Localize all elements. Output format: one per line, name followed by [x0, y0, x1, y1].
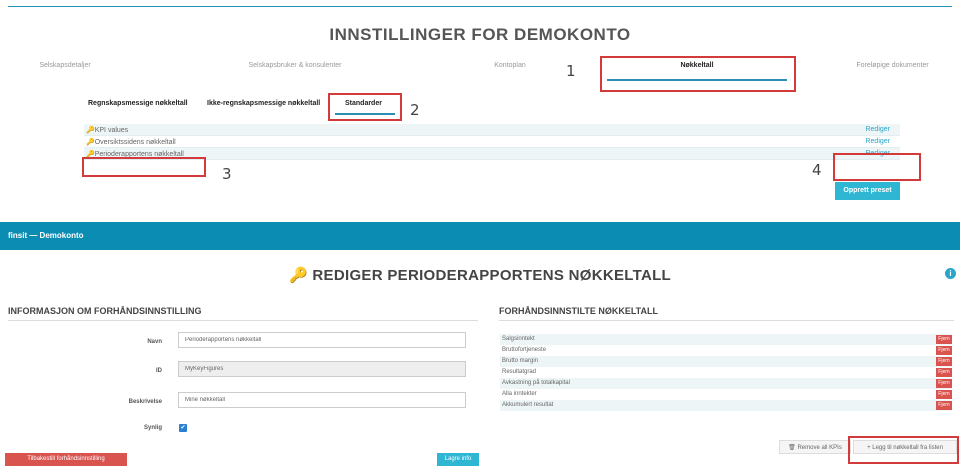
list-item: Avkastning på totalkapital Fjern: [500, 378, 952, 389]
preset-list: 🔑KPI values Rediger 🔑Oversiktssidens nøk…: [84, 124, 900, 160]
preset-name: 🔑KPI values: [86, 127, 129, 134]
key-icon: 🔑: [288, 267, 308, 284]
trash-icon: 🗑: [788, 445, 796, 451]
name-label: Navn: [147, 339, 162, 345]
preset-name: 🔑Oversiktssidens nøkkeltall: [86, 139, 176, 146]
remove-button[interactable]: Fjern: [936, 401, 952, 410]
annotation-box-1: [600, 56, 796, 92]
visible-label: Synlig: [143, 425, 162, 431]
settings-panel: INNSTILLINGER FOR DEMOKONTO Selskapsdeta…: [0, 0, 960, 215]
edit-link[interactable]: Rediger: [865, 138, 890, 145]
kpi-name: Alla inntekter: [502, 391, 537, 397]
kpi-name: Avkastning på totalkapital: [502, 380, 570, 386]
kpi-name: Salgsinntekt: [502, 336, 535, 342]
callout-2: 2: [410, 101, 420, 119]
preset-row: 🔑Oversiktssidens nøkkeltall Rediger: [84, 136, 900, 148]
preset-row: 🔑KPI values Rediger: [84, 124, 900, 136]
remove-button[interactable]: Fjern: [936, 346, 952, 355]
kpi-name: Brutto margin: [502, 358, 539, 364]
section-divider: [499, 320, 954, 321]
description-label: Beskrivelse: [128, 399, 162, 405]
list-item: Akkumulert resultat Fjern: [500, 400, 952, 411]
app-header: finsit — Demokonto: [0, 222, 960, 250]
kpi-name: Resultatgrad: [502, 369, 537, 375]
kpi-list: Salgsinntekt Fjern Bruttofortjeneste Fjern…: [500, 334, 952, 411]
subtab-ikke-regnskapsmessige[interactable]: Ikke-regnskapsmessige nøkkeltall: [207, 100, 320, 107]
tab-selskapsbruker[interactable]: Selskapsbruker & konsulenter: [225, 62, 365, 69]
settings-tabs: Selskapsdetaljer Selskapsbruker & konsul…: [0, 62, 960, 82]
tab-selskapsdetaljer[interactable]: Selskapsdetaljer: [10, 62, 120, 69]
preset-kpis-title: FORHÅNDSINNSTILTE NØKKELTALL: [499, 306, 658, 316]
name-input[interactable]: [178, 332, 466, 348]
callout-4: 4: [812, 161, 822, 179]
description-input[interactable]: [178, 392, 466, 408]
save-info-button[interactable]: Lagre info: [437, 453, 479, 466]
preset-row: 🔑Perioderapportens nøkkeltall Rediger: [84, 148, 900, 160]
remove-all-kpis-button[interactable]: 🗑 Remove all KPIs: [779, 440, 851, 454]
list-item: Salgsinntekt Fjern: [500, 334, 952, 345]
callout-1: 1: [566, 62, 576, 80]
app-title: finsit — Demokonto: [8, 231, 84, 240]
subtab-regnskapsmessige[interactable]: Regnskapsmessige nøkkeltall: [88, 100, 188, 107]
id-input: [178, 361, 466, 377]
remove-button[interactable]: Fjern: [936, 379, 952, 388]
editor-title: 🔑 REDIGER PERIODERAPPORTENS NØKKELTALL: [288, 267, 672, 284]
list-item: Alla inntekter Fjern: [500, 389, 952, 400]
edit-link[interactable]: Rediger: [865, 126, 890, 133]
annotation-box-5: [848, 436, 959, 464]
create-preset-button[interactable]: Opprett preset: [835, 182, 900, 200]
remove-button[interactable]: Fjern: [936, 390, 952, 399]
section-divider: [8, 320, 478, 321]
tab-forelopige-dokumenter[interactable]: Foreløpige dokumenter: [830, 62, 955, 69]
kpi-name: Bruttofortjeneste: [502, 347, 547, 353]
annotation-box-4: [833, 153, 921, 181]
page-title: INNSTILLINGER FOR DEMOKONTO: [329, 25, 631, 44]
list-item: Brutto margin Fjern: [500, 356, 952, 367]
list-item: Resultatgrad Fjern: [500, 367, 952, 378]
top-divider: [8, 6, 952, 7]
annotation-box-3: [82, 157, 206, 177]
remove-button[interactable]: Fjern: [936, 335, 952, 344]
kpi-name: Akkumulert resultat: [502, 402, 554, 408]
id-label: ID: [156, 368, 162, 374]
preset-info-title: INFORMASJON OM FORHÅNDSINNSTILLING: [8, 306, 202, 316]
visible-checkbox[interactable]: ✔: [179, 424, 187, 432]
remove-button[interactable]: Fjern: [936, 368, 952, 377]
tab-kontoplan[interactable]: Kontoplan: [470, 62, 550, 69]
list-item: Bruttofortjeneste Fjern: [500, 345, 952, 356]
callout-3: 3: [222, 165, 232, 183]
remove-button[interactable]: Fjern: [936, 357, 952, 366]
info-icon[interactable]: i: [945, 268, 956, 279]
annotation-box-2: [328, 93, 402, 121]
reset-preset-button[interactable]: Tilbakestill forhåndsinnstilling: [5, 453, 127, 466]
